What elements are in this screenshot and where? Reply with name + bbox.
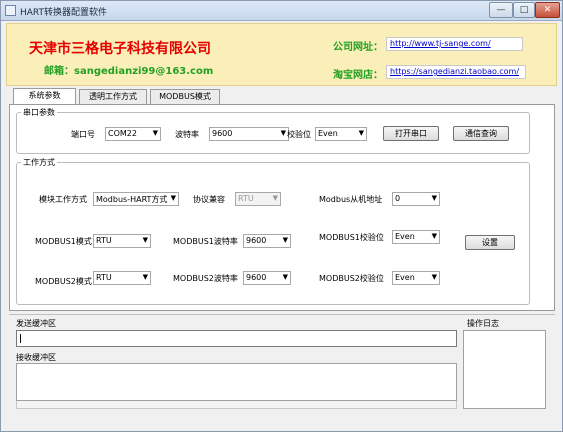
receive-buffer-title: 接收缓冲区 — [16, 353, 56, 362]
company-banner: 天津市三格电子科技有限公司 邮箱：sangedianzi99@163.com 公… — [6, 23, 557, 86]
protocol-compat-label: 协议兼容 — [193, 195, 225, 204]
modbus1-parity-select[interactable]: Even ▼ — [392, 230, 440, 244]
modbus2-parity-value: Even — [395, 273, 415, 282]
baud-select[interactable]: 9600 ▼ — [209, 127, 289, 141]
parity-label: 校验位 — [287, 130, 311, 139]
receive-horizontal-scrollbar[interactable] — [16, 401, 457, 409]
window-title: HART转换器配置软件 — [20, 8, 108, 18]
modbus1-parity-value: Even — [395, 232, 415, 241]
chevron-down-icon: ▼ — [152, 129, 158, 137]
tab-system-params[interactable]: 系统参数 — [13, 88, 76, 105]
operation-log-title: 操作日志 — [467, 319, 499, 328]
protocol-compat-value: RTU — [238, 194, 254, 203]
parity-select[interactable]: Even ▼ — [315, 127, 367, 141]
baud-label: 波特率 — [175, 130, 199, 139]
section-divider — [9, 314, 555, 315]
website-link[interactable]: http://www.tj-sange.com/ — [386, 37, 523, 51]
parity-value: Even — [318, 129, 338, 138]
chevron-down-icon: ▼ — [280, 129, 286, 137]
set-button[interactable]: 设置 — [465, 235, 515, 250]
maximize-button[interactable]: □ — [513, 2, 535, 18]
modbus1-mode-label: MODBUS1模式 — [35, 237, 92, 246]
app-window: HART转换器配置软件 — □ ✕ 天津市三格电子科技有限公司 邮箱：sange… — [0, 0, 563, 432]
modbus2-baud-label: MODBUS2波特率 — [173, 274, 238, 283]
tab-modbus-mode[interactable]: MODBUS模式 — [150, 89, 220, 104]
modbus2-parity-label: MODBUS2校验位 — [319, 274, 384, 283]
chevron-down-icon: ▼ — [272, 194, 278, 202]
website-label: 公司网址： — [333, 42, 383, 53]
modbus1-baud-label: MODBUS1波特率 — [173, 237, 238, 246]
receive-buffer-textarea[interactable] — [16, 363, 457, 401]
close-button[interactable]: ✕ — [535, 2, 560, 18]
port-select[interactable]: COM22 ▼ — [105, 127, 161, 141]
modbus1-mode-select[interactable]: RTU ▼ — [93, 234, 151, 248]
chevron-down-icon: ▼ — [431, 194, 437, 202]
open-port-button[interactable]: 打开串口 — [383, 126, 439, 141]
title-bar: HART转换器配置软件 — □ ✕ — [1, 1, 562, 21]
chevron-down-icon: ▼ — [431, 232, 437, 240]
serial-group-title: 串口参数 — [21, 107, 57, 118]
protocol-compat-select: RTU ▼ — [235, 192, 281, 206]
chevron-down-icon: ▼ — [358, 129, 364, 137]
chevron-down-icon: ▼ — [142, 273, 148, 281]
send-buffer-input[interactable] — [16, 330, 457, 347]
chevron-down-icon: ▼ — [170, 194, 176, 202]
slave-address-select[interactable]: 0 ▼ — [392, 192, 440, 206]
chevron-down-icon: ▼ — [431, 273, 437, 281]
modbus1-baud-value: 9600 — [246, 236, 267, 245]
baud-value: 9600 — [212, 129, 233, 138]
work-group-title: 工作方式 — [21, 157, 57, 168]
work-mode-group: 工作方式 模块工作方式 Modbus-HART方式 ▼ 协议兼容 RTU ▼ M… — [16, 157, 530, 305]
company-name: 天津市三格电子科技有限公司 — [29, 41, 211, 57]
operation-log-textarea[interactable] — [463, 330, 546, 409]
comm-query-button[interactable]: 通信查询 — [453, 126, 509, 141]
email-text: 邮箱：sangedianzi99@163.com — [44, 66, 214, 77]
serial-params-group: 串口参数 端口号 COM22 ▼ 波特率 9600 ▼ 校验位 Even ▼ 打… — [16, 107, 530, 154]
send-buffer-title: 发送缓冲区 — [16, 319, 56, 328]
port-value: COM22 — [108, 129, 137, 138]
modbus1-parity-label: MODBUS1校验位 — [319, 233, 384, 242]
modbus2-baud-value: 9600 — [246, 273, 267, 282]
app-icon — [5, 5, 16, 16]
modbus2-mode-label: MODBUS2模式 — [35, 277, 92, 286]
modbus1-mode-value: RTU — [96, 236, 112, 245]
module-mode-value: Modbus-HART方式 — [96, 195, 168, 204]
module-mode-label: 模块工作方式 — [39, 195, 87, 204]
shop-link[interactable]: https://sangedianzi.taobao.com/ — [386, 65, 526, 79]
minimize-button[interactable]: — — [489, 2, 513, 18]
slave-address-value: 0 — [395, 194, 401, 203]
text-caret — [20, 334, 21, 343]
shop-label: 淘宝网店： — [333, 70, 383, 81]
modbus2-baud-select[interactable]: 9600 ▼ — [243, 271, 291, 285]
chevron-down-icon: ▼ — [142, 236, 148, 244]
chevron-down-icon: ▼ — [282, 273, 288, 281]
modbus2-mode-select[interactable]: RTU ▼ — [93, 271, 151, 285]
slave-address-label: Modbus从机地址 — [319, 195, 383, 204]
modbus2-parity-select[interactable]: Even ▼ — [392, 271, 440, 285]
port-label: 端口号 — [71, 130, 95, 139]
modbus2-mode-value: RTU — [96, 273, 112, 282]
chevron-down-icon: ▼ — [282, 236, 288, 244]
modbus1-baud-select[interactable]: 9600 ▼ — [243, 234, 291, 248]
tab-panel: 串口参数 端口号 COM22 ▼ 波特率 9600 ▼ 校验位 Even ▼ 打… — [9, 104, 555, 311]
module-mode-select[interactable]: Modbus-HART方式 ▼ — [93, 192, 179, 206]
tab-transparent-mode[interactable]: 透明工作方式 — [79, 89, 147, 104]
